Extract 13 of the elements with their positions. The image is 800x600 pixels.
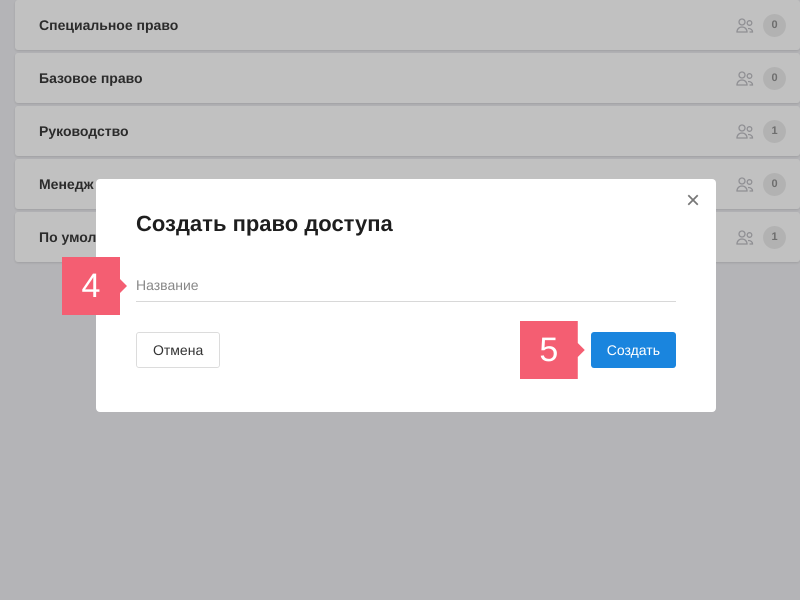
count-badge: 0 — [763, 66, 786, 90]
row-title: Менедж — [39, 176, 95, 192]
step-callout: 5 — [520, 321, 585, 379]
count-badge: 0 — [763, 172, 786, 196]
row-title: Базовое право — [39, 70, 144, 86]
row-title: Руководство — [39, 123, 130, 139]
row-title: По умол — [39, 229, 98, 245]
dialog-title: Создать право доступа — [136, 211, 394, 237]
count-badge: 1 — [763, 120, 786, 142]
count-badge: 0 — [763, 14, 786, 36]
row-title: Специальное право — [39, 17, 180, 33]
step-callout: 4 — [62, 257, 127, 315]
count-badge: 1 — [763, 226, 786, 248]
